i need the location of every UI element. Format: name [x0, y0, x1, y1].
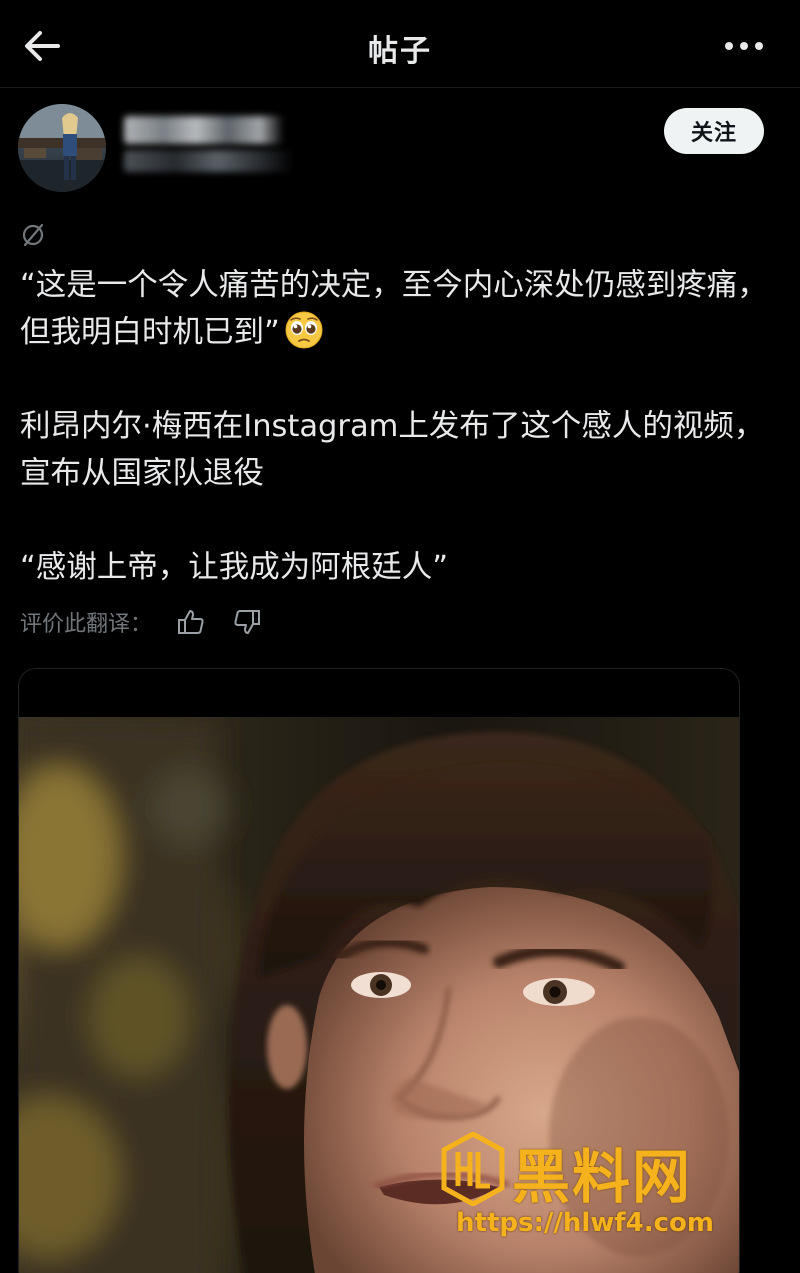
author-name-redacted	[124, 116, 284, 144]
author-avatar[interactable]	[18, 104, 106, 192]
pleading-face-emoji	[284, 310, 324, 350]
author-info[interactable]	[124, 112, 324, 172]
site-watermark: 黑料网 https://hlwf4.com	[440, 1130, 770, 1240]
thumb-down-icon	[234, 610, 261, 634]
post-text: “这是一个令人痛苦的决定，至今内心深处仍感到疼痛，但我明白时机已到” 利昂内尔·…	[20, 262, 780, 591]
post-paragraph: “这是一个令人痛苦的决定，至今内心深处仍感到疼痛，但我明白时机已到”	[20, 262, 780, 356]
translated-icon	[20, 222, 46, 248]
thumb-up-icon	[178, 610, 204, 634]
watermark-url: https://hlwf4.com	[456, 1208, 714, 1238]
avatar-photo	[18, 104, 106, 192]
page-title: 帖子	[368, 34, 432, 69]
more-horizontal-icon	[725, 42, 763, 50]
more-options-button[interactable]	[722, 26, 766, 66]
rate-translation-label: 评价此翻译：	[20, 612, 153, 637]
top-bar: 帖子	[0, 0, 800, 88]
video-letterbox	[19, 669, 739, 717]
watermark-logo	[441, 1132, 505, 1206]
post-paragraph: 利昂内尔·梅西在Instagram上发布了这个感人的视频，宣布从国家队退役	[20, 409, 765, 491]
post-paragraph: “感谢上帝，让我成为阿根廷人”	[20, 550, 449, 585]
author-handle-redacted	[124, 150, 294, 172]
quote-text: “这是一个令人痛苦的决定，至今内心深处仍感到疼痛，但我明白时机已到”	[20, 268, 768, 350]
thumb-up-button[interactable]	[174, 605, 208, 639]
watermark-brand: 黑料网	[512, 1143, 693, 1211]
follow-button[interactable]: 关注	[664, 108, 764, 154]
thumb-down-button[interactable]	[230, 605, 264, 639]
rate-translation: 评价此翻译：	[20, 604, 264, 640]
